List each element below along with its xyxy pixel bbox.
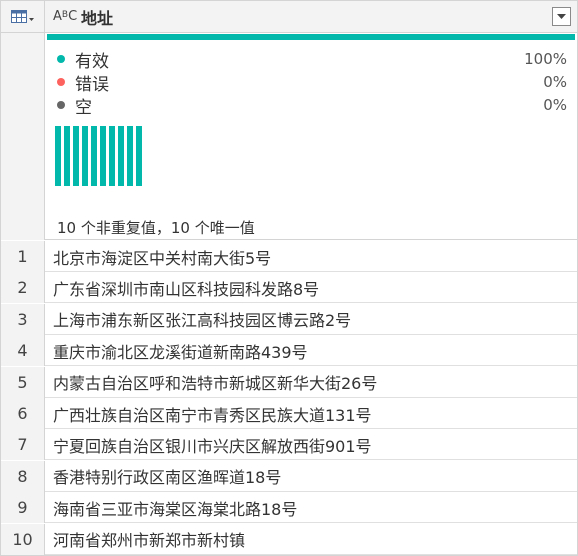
table-row[interactable]: 9 海南省三亚市海棠区海棠北路18号 — [1, 492, 577, 524]
address-cell[interactable]: 广西壮族自治区南宁市青秀区民族大道131号 — [45, 398, 577, 429]
distribution-bar[interactable] — [100, 126, 106, 186]
type-badge-b: B — [61, 10, 69, 20]
empty-stat: 空 0% — [57, 94, 567, 118]
distribution-bar[interactable] — [64, 126, 70, 186]
distribution-bar[interactable] — [55, 126, 61, 186]
table-row[interactable]: 3 上海市浦东新区张江高科技园区博云路2号 — [1, 303, 577, 335]
empty-dot-icon — [57, 101, 65, 109]
distribution-bar[interactable] — [91, 126, 97, 186]
distribution-bar[interactable] — [82, 126, 88, 186]
distribution-bar[interactable] — [136, 126, 142, 186]
table-row[interactable]: 5 内蒙古自治区呼和浩特市新城区新华大街26号 — [1, 366, 577, 398]
address-cell[interactable]: 上海市浦东新区张江高科技园区博云路2号 — [45, 304, 577, 335]
table-row[interactable]: 1 北京市海淀区中关村南大街5号 — [1, 241, 577, 272]
column-profile-row: 有效 100% 错误 0% 空 0% 10 个非重复值，10 个唯一值 — [1, 33, 577, 240]
chevron-down-icon — [557, 13, 566, 19]
table-row[interactable]: 10 河南省郑州市新郑市新村镇 — [1, 523, 577, 555]
distribution-bar[interactable] — [127, 126, 133, 186]
valid-stat: 有效 100% — [57, 48, 567, 72]
row-number[interactable]: 10 — [1, 523, 45, 555]
type-badge-a: A — [53, 9, 62, 24]
table-row[interactable]: 8 香港特别行政区南区渔晖道18号 — [1, 460, 577, 492]
column-filter-dropdown[interactable] — [552, 7, 571, 26]
address-cell[interactable]: 广东省深圳市南山区科技园科发路8号 — [45, 272, 577, 303]
table-row[interactable]: 7 宁夏回族自治区银川市兴庆区解放西街901号 — [1, 429, 577, 461]
error-dot-icon — [57, 78, 65, 86]
valid-dot-icon — [57, 55, 65, 63]
row-number[interactable]: 1 — [1, 241, 45, 272]
row-number[interactable]: 7 — [1, 429, 45, 461]
row-number[interactable]: 2 — [1, 272, 45, 304]
quality-bar[interactable] — [47, 34, 575, 40]
row-number[interactable]: 8 — [1, 460, 45, 492]
row-number[interactable]: 9 — [1, 492, 45, 524]
distribution-bar[interactable] — [109, 126, 115, 186]
valid-value: 100% — [524, 50, 567, 68]
row-number[interactable]: 3 — [1, 303, 45, 335]
column-quality-panel: 有效 100% 错误 0% 空 0% 10 个非重复值，10 个唯一值 — [45, 33, 577, 240]
distribution-bar[interactable] — [118, 126, 124, 186]
column-header-address[interactable]: ABC 地址 — [45, 1, 577, 32]
row-number[interactable]: 6 — [1, 398, 45, 429]
table-row[interactable]: 4 重庆市渝北区龙溪街道新南路439号 — [1, 335, 577, 367]
address-cell[interactable]: 河南省郑州市新郑市新村镇 — [45, 524, 577, 555]
address-cell[interactable]: 海南省三亚市海棠区海棠北路18号 — [45, 492, 577, 523]
valid-label: 有效 — [75, 51, 109, 72]
empty-label: 空 — [75, 97, 92, 118]
address-cell[interactable]: 重庆市渝北区龙溪街道新南路439号 — [45, 335, 577, 366]
address-cell[interactable]: 内蒙古自治区呼和浩特市新城区新华大街26号 — [45, 367, 577, 398]
data-grid: ABC 地址 有效 100% 错误 0% 空 0% 10 个非重复值，10 个唯… — [0, 0, 578, 556]
value-distribution-chart[interactable] — [55, 126, 145, 186]
error-label: 错误 — [75, 74, 109, 95]
empty-value: 0% — [543, 96, 567, 114]
text-type-icon[interactable]: ABC — [53, 9, 78, 24]
address-cell[interactable]: 北京市海淀区中关村南大街5号 — [45, 241, 577, 272]
row-number[interactable]: 4 — [1, 335, 45, 367]
table-row[interactable]: 6 广西壮族自治区南宁市青秀区民族大道131号 — [1, 398, 577, 429]
profile-gutter — [1, 33, 45, 240]
table-icon — [10, 9, 34, 23]
column-title: 地址 — [81, 8, 114, 28]
error-stat: 错误 0% — [57, 71, 567, 95]
distribution-bar[interactable] — [73, 126, 79, 186]
address-cell[interactable]: 宁夏回族自治区银川市兴庆区解放西街901号 — [45, 429, 577, 460]
column-header-row: ABC 地址 — [1, 1, 577, 33]
table-menu-button[interactable] — [1, 1, 45, 32]
row-number[interactable]: 5 — [1, 366, 45, 398]
address-cell[interactable]: 香港特别行政区南区渔晖道18号 — [45, 461, 577, 492]
table-row[interactable]: 2 广东省深圳市南山区科技园科发路8号 — [1, 272, 577, 304]
type-badge-c: C — [68, 9, 78, 24]
error-value: 0% — [543, 73, 567, 91]
distinct-count-text: 10 个非重复值，10 个唯一值 — [57, 219, 255, 237]
